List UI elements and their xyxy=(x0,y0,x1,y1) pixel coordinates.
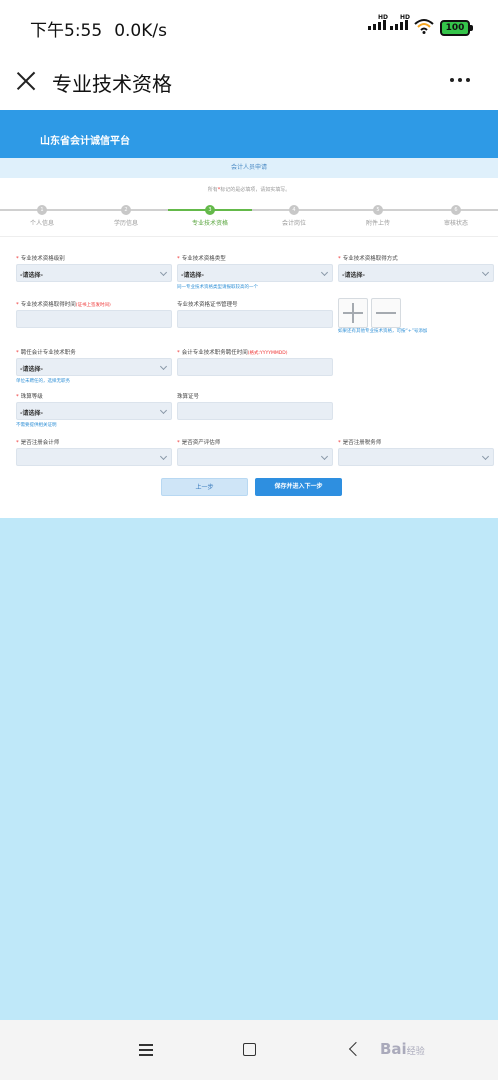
progress-steps: 1 个人信息 2 学历信息 3 专业技术资格 4 会计岗位 5 附件上传 6 审核状态 xyxy=(0,202,498,228)
page-title: 专业技术资格 xyxy=(52,72,172,96)
qualification-time-label: * 专业技术资格取得时间(证书上签发时间) xyxy=(16,302,111,308)
qualification-level-label: * 专业技术资格级别 xyxy=(16,256,65,262)
menu-icon[interactable] xyxy=(139,1044,153,1056)
step-review-status: 6 审核状态 xyxy=(443,205,468,227)
step-personal-info: 1 个人信息 xyxy=(29,205,54,227)
abacus-cert-label: 珠算证号 xyxy=(177,394,200,400)
required-notice: 所有*标记的是必填项，请如实填写。 xyxy=(207,187,291,193)
cert-number-input[interactable] xyxy=(177,310,333,328)
back-icon[interactable] xyxy=(348,1041,364,1057)
app-navbar: 专业技术资格 xyxy=(0,56,498,110)
signal-icon: HD xyxy=(368,14,388,30)
post-time-label: * 会计专业技术职务聘任时间(格式:YYYYMMDD) xyxy=(177,350,288,356)
tax-agent-label: * 是否注册税务师 xyxy=(338,440,382,446)
chevron-down-icon xyxy=(159,452,168,461)
qualification-type-select[interactable]: -请选择- xyxy=(177,264,333,282)
more-icon[interactable] xyxy=(450,78,470,82)
prev-step-button[interactable]: 上一步 xyxy=(161,478,248,496)
step-education: 2 学历信息 xyxy=(113,205,138,227)
status-time: 下午5:55 0.0K/s xyxy=(30,21,167,41)
form-panel: 会计人员申请 所有*标记的是必填项，请如实填写。 1 个人信息 2 学历信息 3 专业… xyxy=(0,158,498,518)
battery-icon: 100 xyxy=(440,20,473,36)
platform-title: 山东省会计诚信平台 xyxy=(40,136,130,147)
chevron-down-icon xyxy=(159,268,168,277)
chevron-down-icon xyxy=(320,268,329,277)
signal-icon-2: HD xyxy=(390,14,410,30)
abacus-rank-label: * 珠算等级 xyxy=(16,394,43,400)
close-icon[interactable] xyxy=(14,69,38,93)
home-icon[interactable] xyxy=(243,1043,256,1056)
baidu-watermark: Bai经验 xyxy=(380,1040,425,1058)
chevron-down-icon xyxy=(159,406,168,415)
post-title-label: * 聘任会计专业技术职务 xyxy=(16,350,76,356)
minus-icon[interactable] xyxy=(371,298,401,328)
cpa-label: * 是否注册会计师 xyxy=(16,440,60,446)
status-bar: 下午5:55 0.0K/s HD HD 100 xyxy=(0,0,498,56)
chevron-down-icon xyxy=(320,452,329,461)
chevron-down-icon xyxy=(481,268,490,277)
step-qualification: 3 专业技术资格 xyxy=(191,205,228,227)
qualification-level-select[interactable]: -请选择- xyxy=(16,264,172,282)
network-speed: 0.0K/s xyxy=(114,21,167,41)
chevron-down-icon xyxy=(481,452,490,461)
tax-agent-select[interactable] xyxy=(338,448,494,466)
abacus-cert-input[interactable] xyxy=(177,402,333,420)
appraiser-label: * 是否资产评估师 xyxy=(177,440,221,446)
qualification-method-select[interactable]: -请选择- xyxy=(338,264,494,282)
post-title-select[interactable]: -请选择- xyxy=(16,358,172,376)
step-accounting-post: 4 会计岗位 xyxy=(281,205,306,227)
appraiser-select[interactable] xyxy=(177,448,333,466)
system-nav-bar: Bai经验 xyxy=(0,1020,498,1080)
chevron-down-icon xyxy=(159,362,168,371)
qualification-type-label: * 专业技术资格类型 xyxy=(177,256,226,262)
abacus-rank-select[interactable]: -请选择- xyxy=(16,402,172,420)
qualification-time-input[interactable] xyxy=(16,310,172,328)
save-next-button[interactable]: 保存并进入下一步 xyxy=(255,478,342,496)
wifi-icon xyxy=(414,19,434,34)
cpa-select[interactable] xyxy=(16,448,172,466)
post-title-hint: 单位未聘任的，选择无职务 xyxy=(16,379,70,384)
apply-title: 会计人员申请 xyxy=(0,158,498,178)
qualification-type-hint: 同一专业技术资格类型请报取较高的一个 xyxy=(177,285,258,290)
add-remove-controls xyxy=(338,298,401,328)
post-time-input[interactable] xyxy=(177,358,333,376)
plus-icon[interactable] xyxy=(338,298,368,328)
abacus-rank-hint: 不需要提供相关证明 xyxy=(16,423,57,428)
qualification-method-label: * 专业技术资格取得方式 xyxy=(338,256,398,262)
step-attachment-upload: 5 附件上传 xyxy=(365,205,390,227)
cert-number-label: 专业技术资格证书管理号 xyxy=(177,302,238,308)
platform-header: 山东省会计诚信平台 xyxy=(0,110,498,158)
add-qualification-hint: 如果还有其他专业技术资格，可按“+”号添加 xyxy=(338,329,428,334)
